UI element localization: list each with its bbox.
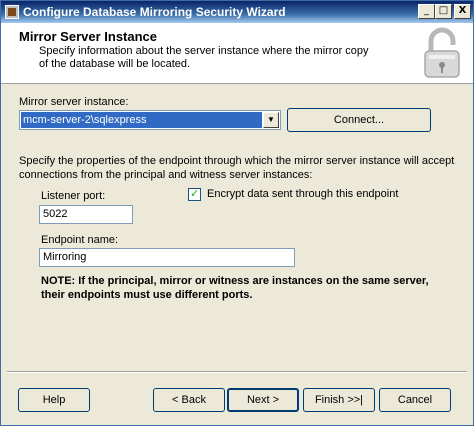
- app-icon: [5, 5, 19, 19]
- footer-divider: [7, 371, 467, 373]
- chevron-down-icon[interactable]: ▼: [263, 112, 279, 128]
- endpoint-note: NOTE: If the principal, mirror or witnes…: [41, 275, 429, 301]
- help-button[interactable]: Help: [18, 388, 90, 412]
- finish-button[interactable]: Finish >>|: [303, 388, 375, 412]
- minimize-button[interactable]: _: [418, 4, 435, 19]
- mirror-instance-select[interactable]: mcm-server-2\sqlexpress ▼: [19, 110, 281, 130]
- checkmark-icon: ✓: [190, 187, 200, 200]
- mirror-instance-value: mcm-server-2\sqlexpress: [21, 112, 262, 128]
- maximize-button[interactable]: □: [435, 4, 452, 19]
- encrypt-checkbox[interactable]: ✓: [188, 187, 201, 201]
- mirror-instance-label: Mirror server instance:: [19, 96, 129, 108]
- window-title: Configure Database Mirroring Security Wi…: [23, 5, 286, 19]
- back-button[interactable]: < Back: [153, 388, 225, 412]
- wizard-window: Configure Database Mirroring Security Wi…: [0, 0, 474, 426]
- wizard-header: Mirror Server Instance Specify informati…: [1, 23, 473, 84]
- endpoint-name-label: Endpoint name:: [41, 234, 119, 246]
- cancel-button[interactable]: Cancel: [379, 388, 451, 412]
- title-bar[interactable]: Configure Database Mirroring Security Wi…: [1, 1, 473, 23]
- next-button[interactable]: Next >: [227, 388, 299, 412]
- page-subtitle: Specify information about the server ins…: [39, 45, 369, 70]
- encrypt-label[interactable]: Encrypt data sent through this endpoint: [207, 188, 398, 200]
- endpoint-description: Specify the properties of the endpoint t…: [19, 155, 455, 181]
- page-title: Mirror Server Instance: [19, 29, 158, 44]
- padlock-icon: [424, 27, 460, 78]
- endpoint-name-input[interactable]: Mirroring: [39, 248, 295, 267]
- listener-port-label: Listener port:: [41, 190, 106, 202]
- connect-button[interactable]: Connect...: [287, 108, 431, 132]
- close-button[interactable]: X: [454, 4, 471, 19]
- listener-port-input[interactable]: 5022: [39, 205, 133, 224]
